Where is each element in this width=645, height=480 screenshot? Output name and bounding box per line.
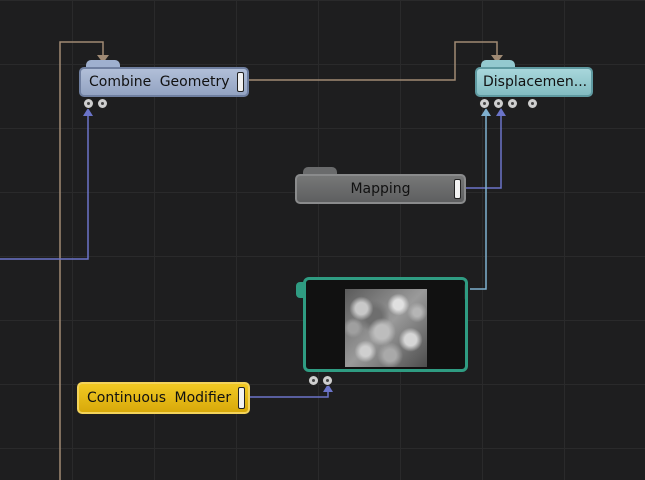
input-port[interactable] — [83, 98, 94, 109]
wire-combine-to-displace — [249, 41, 498, 81]
wire-texture-to-displace — [470, 112, 487, 290]
input-port[interactable] — [493, 98, 504, 109]
output-port[interactable] — [237, 72, 244, 92]
combine-geometry-label: Combine Geometry — [89, 74, 230, 90]
continuous-modifier-label: Continuous Modifier — [87, 390, 232, 406]
input-port[interactable] — [97, 98, 108, 109]
wire-combine-input — [59, 41, 104, 480]
input-port[interactable] — [507, 98, 518, 109]
mapping-label: Mapping — [350, 181, 411, 197]
wire-left-to-combine — [0, 112, 89, 260]
noise-texture-node[interactable] — [303, 277, 468, 372]
output-port[interactable] — [464, 284, 465, 300]
wire-arrow-mapping — [496, 108, 506, 116]
input-port[interactable] — [527, 98, 538, 109]
wire-arrow-combine-port — [83, 108, 93, 116]
wire-continuous-to-texture — [250, 388, 329, 398]
wire-arrow-texture — [481, 108, 491, 116]
input-port[interactable] — [479, 98, 490, 109]
output-port[interactable] — [454, 179, 461, 199]
combine-geometry-node[interactable]: Combine Geometry — [79, 67, 249, 97]
displacement-node[interactable]: Displacemen... — [475, 67, 593, 97]
input-port[interactable] — [308, 375, 319, 386]
wire-mapping-to-displace — [466, 112, 502, 189]
noise-preview-image — [345, 289, 427, 367]
continuous-modifier-node[interactable]: Continuous Modifier — [77, 382, 250, 414]
input-port[interactable] — [322, 375, 333, 386]
output-port[interactable] — [238, 387, 245, 409]
mapping-node[interactable]: Mapping — [295, 174, 466, 204]
displacement-label: Displacemen... — [483, 74, 588, 90]
